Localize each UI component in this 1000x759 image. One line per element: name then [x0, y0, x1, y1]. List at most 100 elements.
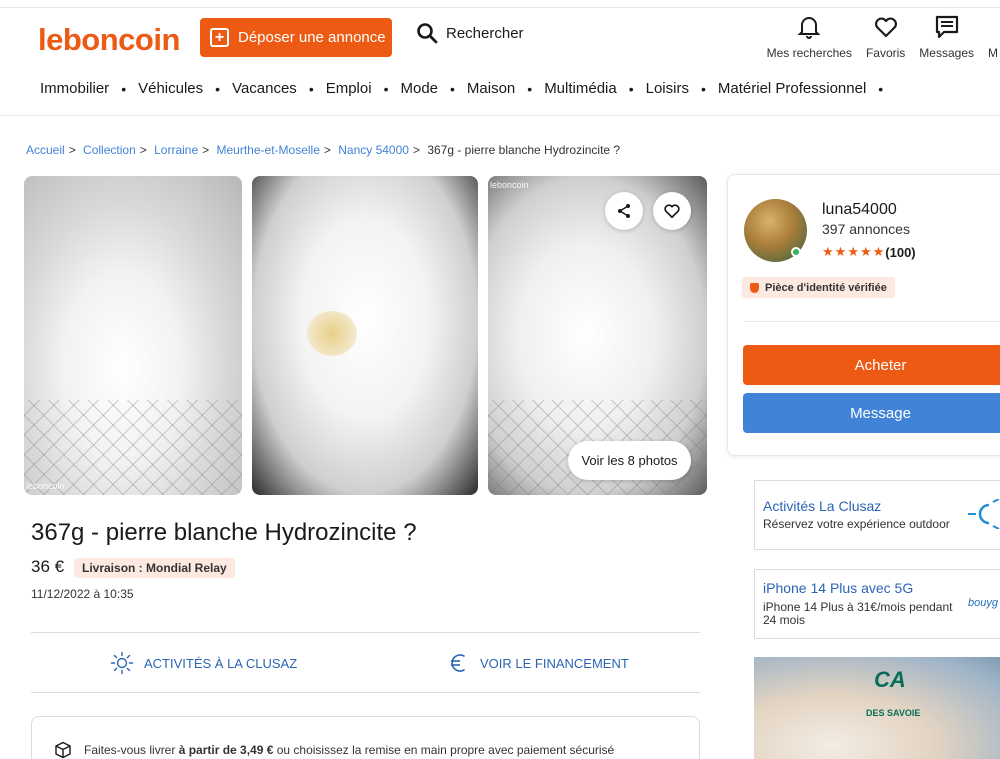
ad-iphone[interactable]: iPhone 14 Plus avec 5G iPhone 14 Plus à …	[754, 569, 1000, 639]
star-icon: ★	[822, 244, 834, 259]
breadcrumb-sep: >	[68, 143, 76, 157]
heart-icon	[874, 17, 897, 38]
messages-link[interactable]: Messages	[919, 14, 974, 60]
breadcrumb-sep: >	[412, 143, 420, 157]
deposit-label: Déposer une annonce	[238, 29, 386, 46]
share-icon	[618, 204, 630, 218]
see-all-photos-button[interactable]: Voir les 8 photos	[568, 441, 691, 480]
star-icon: ★	[859, 244, 872, 259]
seller-rating[interactable]: ★ ★ ★ ★ ★ (100)	[822, 244, 916, 260]
bell-icon	[797, 17, 821, 39]
ad-title: iPhone 14 Plus avec 5G	[763, 580, 914, 596]
nav-maison[interactable]: Maison	[467, 80, 515, 97]
euro-icon	[451, 654, 465, 672]
nav-separator: •	[450, 80, 455, 97]
listing-date: 11/12/2022 à 10:35	[31, 587, 134, 601]
delivery-info: Faites-vous livrer à partir de 3,49 € ou…	[54, 741, 614, 759]
delivery-suffix: ou choisissez la remise en main propre a…	[273, 743, 615, 757]
leboncoin-logo[interactable]: leboncoin	[38, 22, 180, 58]
ad-clusaz[interactable]: Activités La Clusaz Réservez votre expér…	[754, 480, 1000, 550]
nav-separator: •	[527, 80, 533, 97]
nav-mode[interactable]: Mode	[400, 80, 438, 97]
category-nav: Immobilier • Véhicules • Vacances • Emploi •…	[40, 80, 895, 97]
nav-materiel-pro[interactable]: Matériel Professionnel	[718, 80, 866, 97]
top-border	[0, 0, 1000, 8]
nav-separator: •	[878, 80, 884, 97]
financing-link[interactable]: Voir le financement	[446, 651, 629, 675]
activities-link[interactable]: Activités à la Clusaz	[110, 651, 297, 675]
bouygues-logo: bouyg	[968, 597, 998, 609]
activities-label: Activités à la Clusaz	[144, 655, 298, 671]
nav-loisirs[interactable]: Loisirs	[646, 80, 689, 97]
messages-label: Messages	[919, 46, 974, 60]
search-label: Rechercher	[446, 24, 524, 42]
breadcrumb-accueil[interactable]: Accueil	[26, 143, 65, 157]
photo-2[interactable]	[252, 176, 478, 495]
divider	[31, 632, 700, 633]
plus-icon: +	[210, 28, 229, 47]
nav-separator: •	[215, 80, 221, 97]
delivery-price: à partir de 3,49 €	[178, 743, 274, 757]
star-icon: ★	[872, 244, 885, 259]
delivery-prefix: Faites-vous livrer	[84, 743, 179, 757]
my-searches-label: Mes recherches	[766, 46, 852, 60]
delivery-badge: Livraison : Mondial Relay	[74, 558, 235, 578]
favorite-button[interactable]	[653, 192, 691, 230]
verified-badge: Pièce d'identité vérifiée	[742, 277, 895, 298]
sun-logo-icon	[968, 499, 1000, 529]
ad-subtitle: iPhone 14 Plus à 31€/mois pendant 24 moi…	[763, 600, 953, 628]
account-label: M	[988, 46, 998, 60]
credit-agricole-logo: CA	[874, 667, 906, 692]
breadcrumb-current: 367g - pierre blanche Hydrozincite ?	[427, 143, 621, 157]
ad-banner-credit-agricole[interactable]: CA DES SAVOIE	[754, 657, 1000, 759]
ad-subtitle: Réservez votre expérience outdoor	[763, 517, 950, 531]
sun-icon	[110, 651, 134, 675]
delivery-info-box: Faites-vous livrer à partir de 3,49 € ou…	[31, 716, 700, 759]
my-searches-link[interactable]: Mes recherches	[767, 14, 852, 60]
credit-agricole-sub: DES SAVOIE	[866, 708, 921, 718]
heart-icon	[664, 204, 680, 219]
nav-separator: •	[628, 80, 634, 97]
message-button[interactable]: Message	[743, 393, 1000, 433]
online-indicator	[791, 247, 801, 257]
divider	[31, 692, 700, 693]
header-icons: Mes recherches Favoris Messages M	[753, 14, 1000, 60]
package-icon	[55, 741, 71, 759]
photo-watermark: leboncoin	[490, 180, 529, 190]
nav-vacances[interactable]: Vacances	[232, 80, 297, 97]
deposit-ad-button[interactable]: + Déposer une annonce	[200, 18, 392, 57]
seller-name[interactable]: luna54000	[822, 201, 897, 219]
nav-emploi[interactable]: Emploi	[326, 80, 372, 97]
nav-vehicules[interactable]: Véhicules	[138, 80, 203, 97]
nav-separator: •	[700, 80, 706, 97]
breadcrumb-nancy[interactable]: Nancy 54000	[338, 143, 409, 157]
divider	[744, 321, 1000, 322]
buy-button[interactable]: Acheter	[743, 345, 1000, 385]
breadcrumb-meurthe[interactable]: Meurthe-et-Moselle	[217, 143, 320, 157]
site-header: leboncoin + Déposer une annonce Recherch…	[0, 8, 1000, 116]
breadcrumb-sep: >	[139, 143, 147, 157]
nav-separator: •	[308, 80, 314, 97]
nav-separator: •	[121, 80, 127, 97]
photo-1[interactable]: leboncoin	[24, 176, 242, 495]
user-icon	[988, 14, 1000, 40]
breadcrumb-lorraine[interactable]: Lorraine	[154, 143, 198, 157]
breadcrumb-sep: >	[323, 143, 331, 157]
nav-immobilier[interactable]: Immobilier	[40, 80, 109, 97]
financing-label: Voir le financement	[480, 655, 629, 671]
seller-ads-count[interactable]: 397 annonces	[822, 221, 910, 237]
star-icon: ★	[847, 244, 859, 259]
nav-multimedia[interactable]: Multimédia	[544, 80, 617, 97]
listing-title: 367g - pierre blanche Hydrozincite ?	[31, 519, 417, 546]
breadcrumb-sep: >	[202, 143, 210, 157]
breadcrumb-collection[interactable]: Collection	[83, 143, 136, 157]
message-icon	[935, 15, 958, 39]
account-link[interactable]: M	[988, 14, 1000, 60]
nav-separator: •	[383, 80, 389, 97]
favorites-link[interactable]: Favoris	[866, 14, 905, 60]
rating-count: (100)	[885, 244, 916, 260]
share-button[interactable]	[605, 192, 643, 230]
search-button[interactable]: Rechercher	[416, 22, 524, 44]
ad-title: Activités La Clusaz	[763, 498, 882, 514]
photo-3[interactable]: leboncoin Voir les 8 photos	[488, 176, 707, 495]
